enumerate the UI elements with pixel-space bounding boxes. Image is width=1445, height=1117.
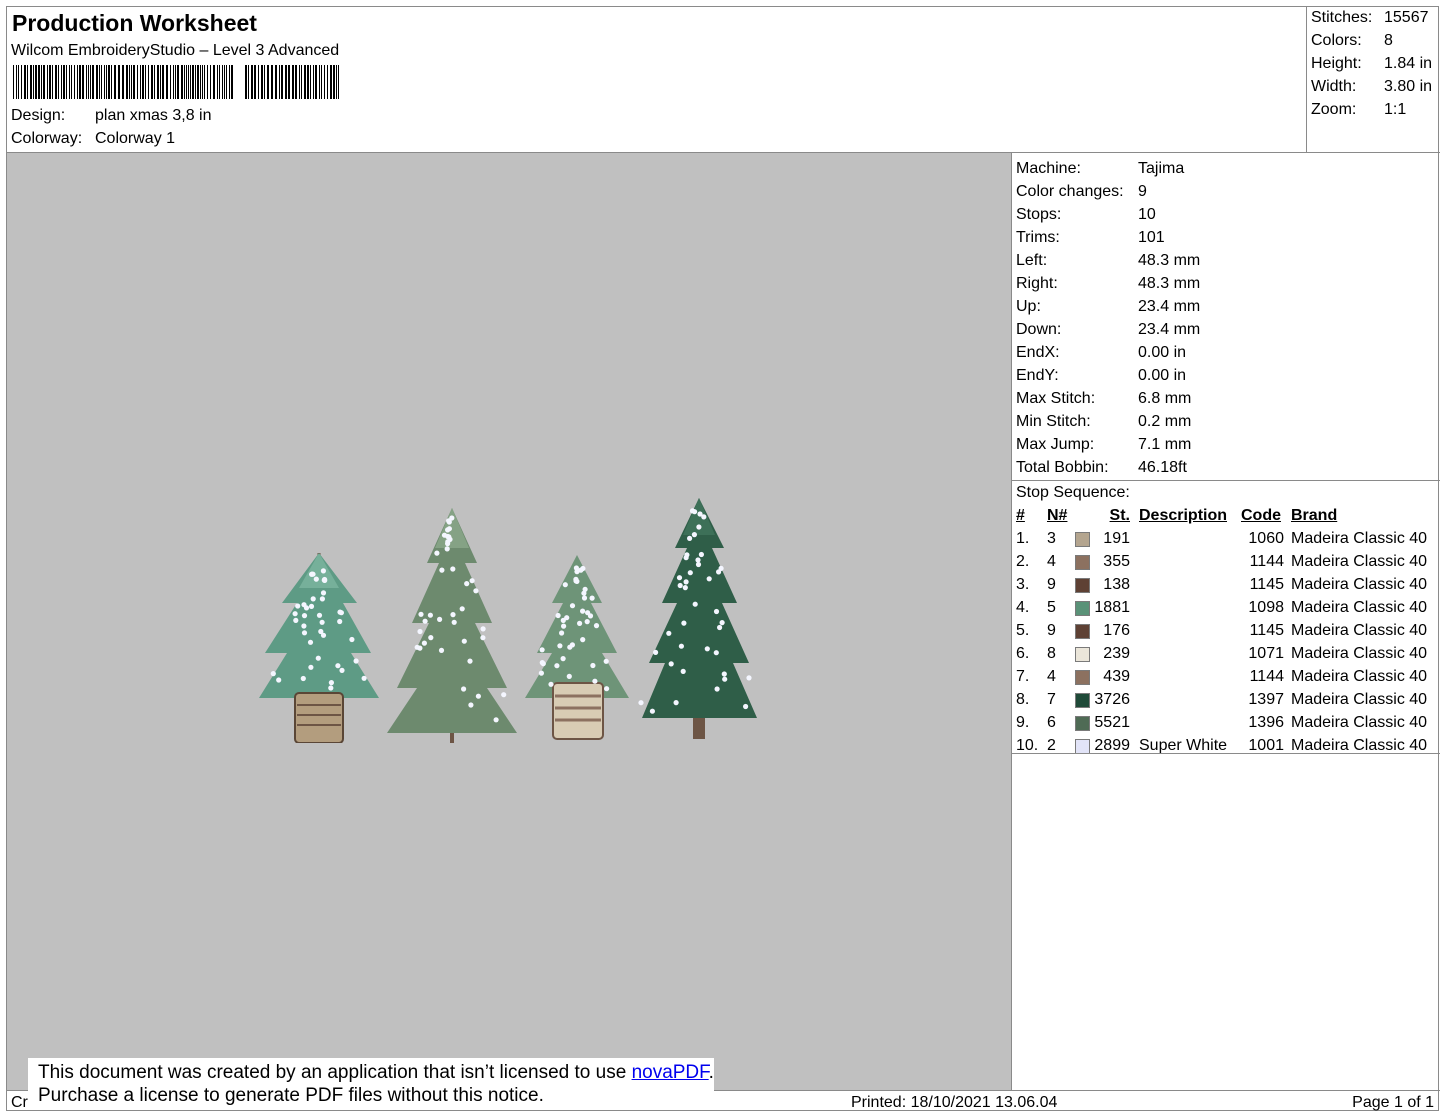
stat-width: Width: 3.80 in <box>1311 78 1433 95</box>
table-row: 3. 9 138 1145 Madeira Classic 40 <box>1016 576 1428 593</box>
machine-info-row: Min Stitch: 0.2 mm <box>1016 413 1192 430</box>
header: Production Worksheet Wilcom EmbroiderySt… <box>7 7 1307 153</box>
machine-info-row: Total Bobbin: 46.18ft <box>1016 459 1187 476</box>
table-row: 1. 3 191 1060 Madeira Classic 40 <box>1016 530 1428 547</box>
design-stats: Stitches: 15567 Colors: 8 Height: 1.84 in W… <box>1307 7 1440 153</box>
stat-height: Height: 1.84 in <box>1311 55 1433 72</box>
notice-line-2: Purchase a license to generate PDF files… <box>38 1085 544 1106</box>
machine-info-row: Color changes: 9 <box>1016 183 1147 200</box>
license-notice: This document was created by an applicat… <box>28 1058 714 1110</box>
machine-info-row: Max Stitch: 6.8 mm <box>1016 390 1192 407</box>
table-row: 5. 9 176 1145 Madeira Classic 40 <box>1016 622 1428 639</box>
design-value: plan xmas 3,8 in <box>95 107 212 124</box>
footer-left: Cr <box>11 1094 28 1111</box>
table-row: 4. 5 1881 1098 Madeira Classic 40 <box>1016 599 1428 616</box>
barcode-image <box>13 65 339 99</box>
colorway-label: Colorway: <box>11 130 83 147</box>
christmas-trees-image <box>259 498 757 743</box>
machine-info-row: Down: 23.4 mm <box>1016 321 1201 338</box>
color-swatch <box>1075 532 1090 547</box>
color-swatch <box>1075 647 1090 662</box>
color-swatch <box>1075 555 1090 570</box>
color-swatch <box>1075 739 1090 754</box>
tree-4 <box>642 498 757 739</box>
machine-info-row: Trims: 101 <box>1016 229 1165 246</box>
table-row: 7. 4 439 1144 Madeira Classic 40 <box>1016 668 1428 685</box>
table-row: 6. 8 239 1071 Madeira Classic 40 <box>1016 645 1428 662</box>
machine-info-row: Stops: 10 <box>1016 206 1156 223</box>
software-name: Wilcom EmbroideryStudio – Level 3 Advanc… <box>11 42 340 59</box>
design-row: Design: plan xmas 3,8 in <box>11 107 212 125</box>
machine-info-panel: Machine: Tajima Color changes: 9 Stops: 10 Tri… <box>1012 153 1440 1090</box>
color-swatch <box>1075 693 1090 708</box>
design-label: Design: <box>11 107 66 124</box>
table-row: 10. 2 2899 Super White 1001 Madeira Classic 4… <box>1016 737 1428 754</box>
color-swatch <box>1075 716 1090 731</box>
machine-info-row: Machine: Tajima <box>1016 160 1185 177</box>
colorway-value: Colorway 1 <box>95 130 176 147</box>
table-row: 8. 7 3726 1397 Madeira Classic 40 <box>1016 691 1428 708</box>
page-title: Production Worksheet <box>12 10 257 36</box>
table-row: 9. 6 5521 1396 Madeira Classic 40 <box>1016 714 1428 731</box>
stop-sequence-title: Stop Sequence: <box>1016 484 1130 501</box>
machine-info-row: Up: 23.4 mm <box>1016 298 1201 315</box>
page-number: Page 1 of 1 <box>1352 1094 1434 1111</box>
colorway-row: Colorway: Colorway 1 <box>11 130 175 148</box>
tree-1 <box>259 553 379 743</box>
notice-line-1: This document was created by an applicat… <box>38 1062 714 1083</box>
stat-stitches: Stitches: 15567 <box>1311 9 1429 26</box>
machine-info-row: Left: 48.3 mm <box>1016 252 1201 269</box>
stat-colors: Colors: 8 <box>1311 32 1393 49</box>
worksheet-page: Production Worksheet Wilcom EmbroiderySt… <box>6 6 1440 1111</box>
machine-info-row: EndY: 0.00 in <box>1016 367 1187 384</box>
stat-zoom: Zoom: 1:1 <box>1311 101 1407 118</box>
printed-timestamp: Printed: 18/10/2021 13.06.04 <box>851 1094 1058 1111</box>
machine-info-row: EndX: 0.00 in <box>1016 344 1187 361</box>
novapdf-link[interactable]: novaPDF <box>632 1062 709 1083</box>
color-swatch <box>1075 601 1090 616</box>
stop-sequence-header: # N# St. Description Code Brand <box>1016 507 1338 524</box>
tree-2 <box>387 508 517 743</box>
color-swatch <box>1075 624 1090 639</box>
color-swatch <box>1075 670 1090 685</box>
design-preview <box>7 153 1012 1090</box>
color-swatch <box>1075 578 1090 593</box>
table-row: 2. 4 355 1144 Madeira Classic 40 <box>1016 553 1428 570</box>
machine-info-row: Right: 48.3 mm <box>1016 275 1201 292</box>
machine-info-row: Max Jump: 7.1 mm <box>1016 436 1192 453</box>
